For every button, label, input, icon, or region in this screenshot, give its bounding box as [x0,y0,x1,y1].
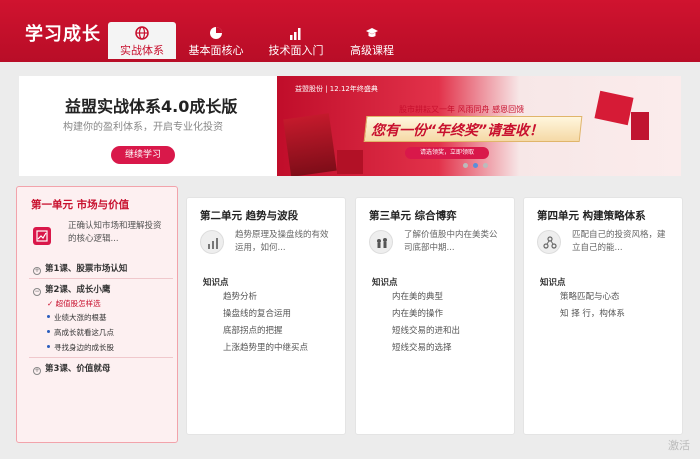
ad-headline: 您有一份“年终奖”请查收！ [371,123,544,139]
graduation-cap-icon [366,28,378,37]
red-envelope-image [631,112,649,140]
promo-banner: 益盟实战体系4.0成长版 构建你的盈利体系，开启专业化投资 继续学习 益盟股份 … [19,76,681,176]
knowledge-points-list: 趋势分析 操盘线的复合运用 底部拐点的把握 上涨趋势里的中继买点 [223,291,308,359]
check-icon: ✓ [47,299,56,308]
banner-title: 益盟实战体系4.0成长版 [65,97,238,116]
unit-description: 正确认知市场和理解投资的核心逻辑... [68,221,162,244]
lesson-item[interactable]: + 第3课、价值就母 [33,362,110,375]
lesson-item[interactable]: − 第2课、成长小鹰 [33,283,110,296]
unit-description: 匹配自己的投资风格，建立自己的能... [572,230,666,253]
sub-lesson-label: 高成长就看这几点 [54,328,114,337]
collapse-icon: − [33,288,41,296]
knowledge-point[interactable]: 短线交易的进和出 [392,325,460,342]
unit-title: 第二单元 趋势与波段 [200,210,299,222]
app-header: 学习成长 实战体系 基本面核心 技术面入门 高级课程 [0,0,700,62]
banner-course-panel: 益盟实战体系4.0成长版 构建你的盈利体系，开启专业化投资 继续学习 [19,76,277,176]
globe-icon [135,26,149,40]
lesson-label: 第3课、价值就母 [45,364,111,374]
unit-title: 第三单元 综合博弈 [369,210,457,222]
chart-trend-icon [200,230,224,254]
tab-fundamentals[interactable]: 基本面核心 [182,22,250,59]
unit-description: 了解价值股中内在美类公司底部中期... [404,230,498,253]
knowledge-point[interactable]: 底部拐点的把握 [223,325,308,342]
chess-icon [369,230,393,254]
lesson-item[interactable]: + 第1课、股票市场认知 [33,262,127,275]
carousel-dot[interactable] [483,163,488,168]
gift-box-image [283,113,337,176]
knowledge-point[interactable]: 知 择 行，构体系 [560,308,625,325]
ad-logo-text: 益盟股份 | 12.12年终盛典 [295,85,378,93]
knowledge-point[interactable]: 短线交易的选择 [392,342,460,359]
sub-lesson[interactable]: 高成长就看这几点 [47,327,114,338]
lesson-label: 第1课、股票市场认知 [45,264,128,274]
knowledge-point[interactable]: 内在美的操作 [392,308,460,325]
knowledge-points-label: 知识点 [203,278,229,288]
knowledge-point[interactable]: 上涨趋势里的中继买点 [223,342,308,359]
tab-label: 技术面入门 [268,44,324,57]
ad-claim-button[interactable]: 请选领奖，立即领取 [405,147,489,159]
knowledge-points-list: 内在美的典型 内在美的操作 短线交易的进和出 短线交易的选择 [392,291,460,359]
sub-lesson[interactable]: 寻找身边的成长股 [47,342,114,353]
tab-label: 高级课程 [350,44,394,57]
sub-lesson[interactable]: 业绩大涨的根基 [47,312,107,323]
unit-description: 趋势原理及操盘线的有效运用，如何... [235,230,329,253]
carousel-dot-active[interactable] [473,163,478,168]
unit-card-1[interactable]: 第一单元 市场与价值 正确认知市场和理解投资的核心逻辑... + 第1课、股票市场… [16,186,178,443]
edit-chart-icon [33,227,51,245]
unit-card-4[interactable]: 第四单元 构建策略体系 匹配自己的投资风格，建立自己的能... 知识点 策略匹配… [523,197,683,435]
tab-label: 实战体系 [120,44,164,57]
tab-technical-intro[interactable]: 技术面入门 [262,22,330,59]
knowledge-point[interactable]: 策略匹配与心态 [560,291,625,308]
bullet-icon [47,330,50,333]
bar-chart-icon [290,28,301,40]
expand-icon: + [33,267,41,275]
carousel-dot[interactable] [463,163,468,168]
ad-tagline: 股市耕耘又一年 风雨同舟 感恩回馈 [399,105,525,114]
bullet-icon [47,315,50,318]
knowledge-points-list: 策略匹配与心态 知 择 行，构体系 [560,291,625,325]
lesson-label: 第2课、成长小鹰 [45,285,111,295]
knowledge-points-label: 知识点 [540,278,566,288]
gift-box-image [337,150,363,174]
knowledge-point[interactable]: 操盘线的复合运用 [223,308,308,325]
unit-card-2[interactable]: 第二单元 趋势与波段 趋势原理及操盘线的有效运用，如何... 知识点 趋势分析 … [186,197,346,435]
pie-chart-icon [210,27,222,39]
tab-practical-system[interactable]: 实战体系 [108,22,176,59]
tab-advanced-courses[interactable]: 高级课程 [338,22,406,59]
app-title: 学习成长 [25,24,101,45]
sub-lesson-label: 超值股怎样选 [55,299,101,308]
unit-title: 第四单元 构建策略体系 [537,210,646,222]
red-envelope-image [594,90,634,126]
sub-lesson-label: 业绩大涨的根基 [54,313,107,322]
year-end-ad[interactable]: 益盟股份 | 12.12年终盛典 股市耕耘又一年 风雨同舟 感恩回馈 您有一份“… [277,76,681,176]
knowledge-point[interactable]: 内在美的典型 [392,291,460,308]
expand-icon: + [33,367,41,375]
bullet-icon [47,345,50,348]
network-icon [537,230,561,254]
knowledge-point[interactable]: 趋势分析 [223,291,308,308]
tab-label: 基本面核心 [188,44,244,57]
knowledge-points-label: 知识点 [372,278,398,288]
banner-subtitle: 构建你的盈利体系，开启专业化投资 [63,122,223,133]
continue-learning-button[interactable]: 继续学习 [111,146,175,164]
sub-lesson-current[interactable]: ✓ 超值股怎样选 [47,298,101,309]
sub-lesson-label: 寻找身边的成长股 [54,343,114,352]
unit-title: 第一单元 市场与价值 [31,199,130,211]
divider [29,278,173,279]
divider [29,357,173,358]
activation-watermark: 激活 [668,439,690,452]
unit-card-3[interactable]: 第三单元 综合博弈 了解价值股中内在美类公司底部中期... 知识点 内在美的典型… [355,197,515,435]
